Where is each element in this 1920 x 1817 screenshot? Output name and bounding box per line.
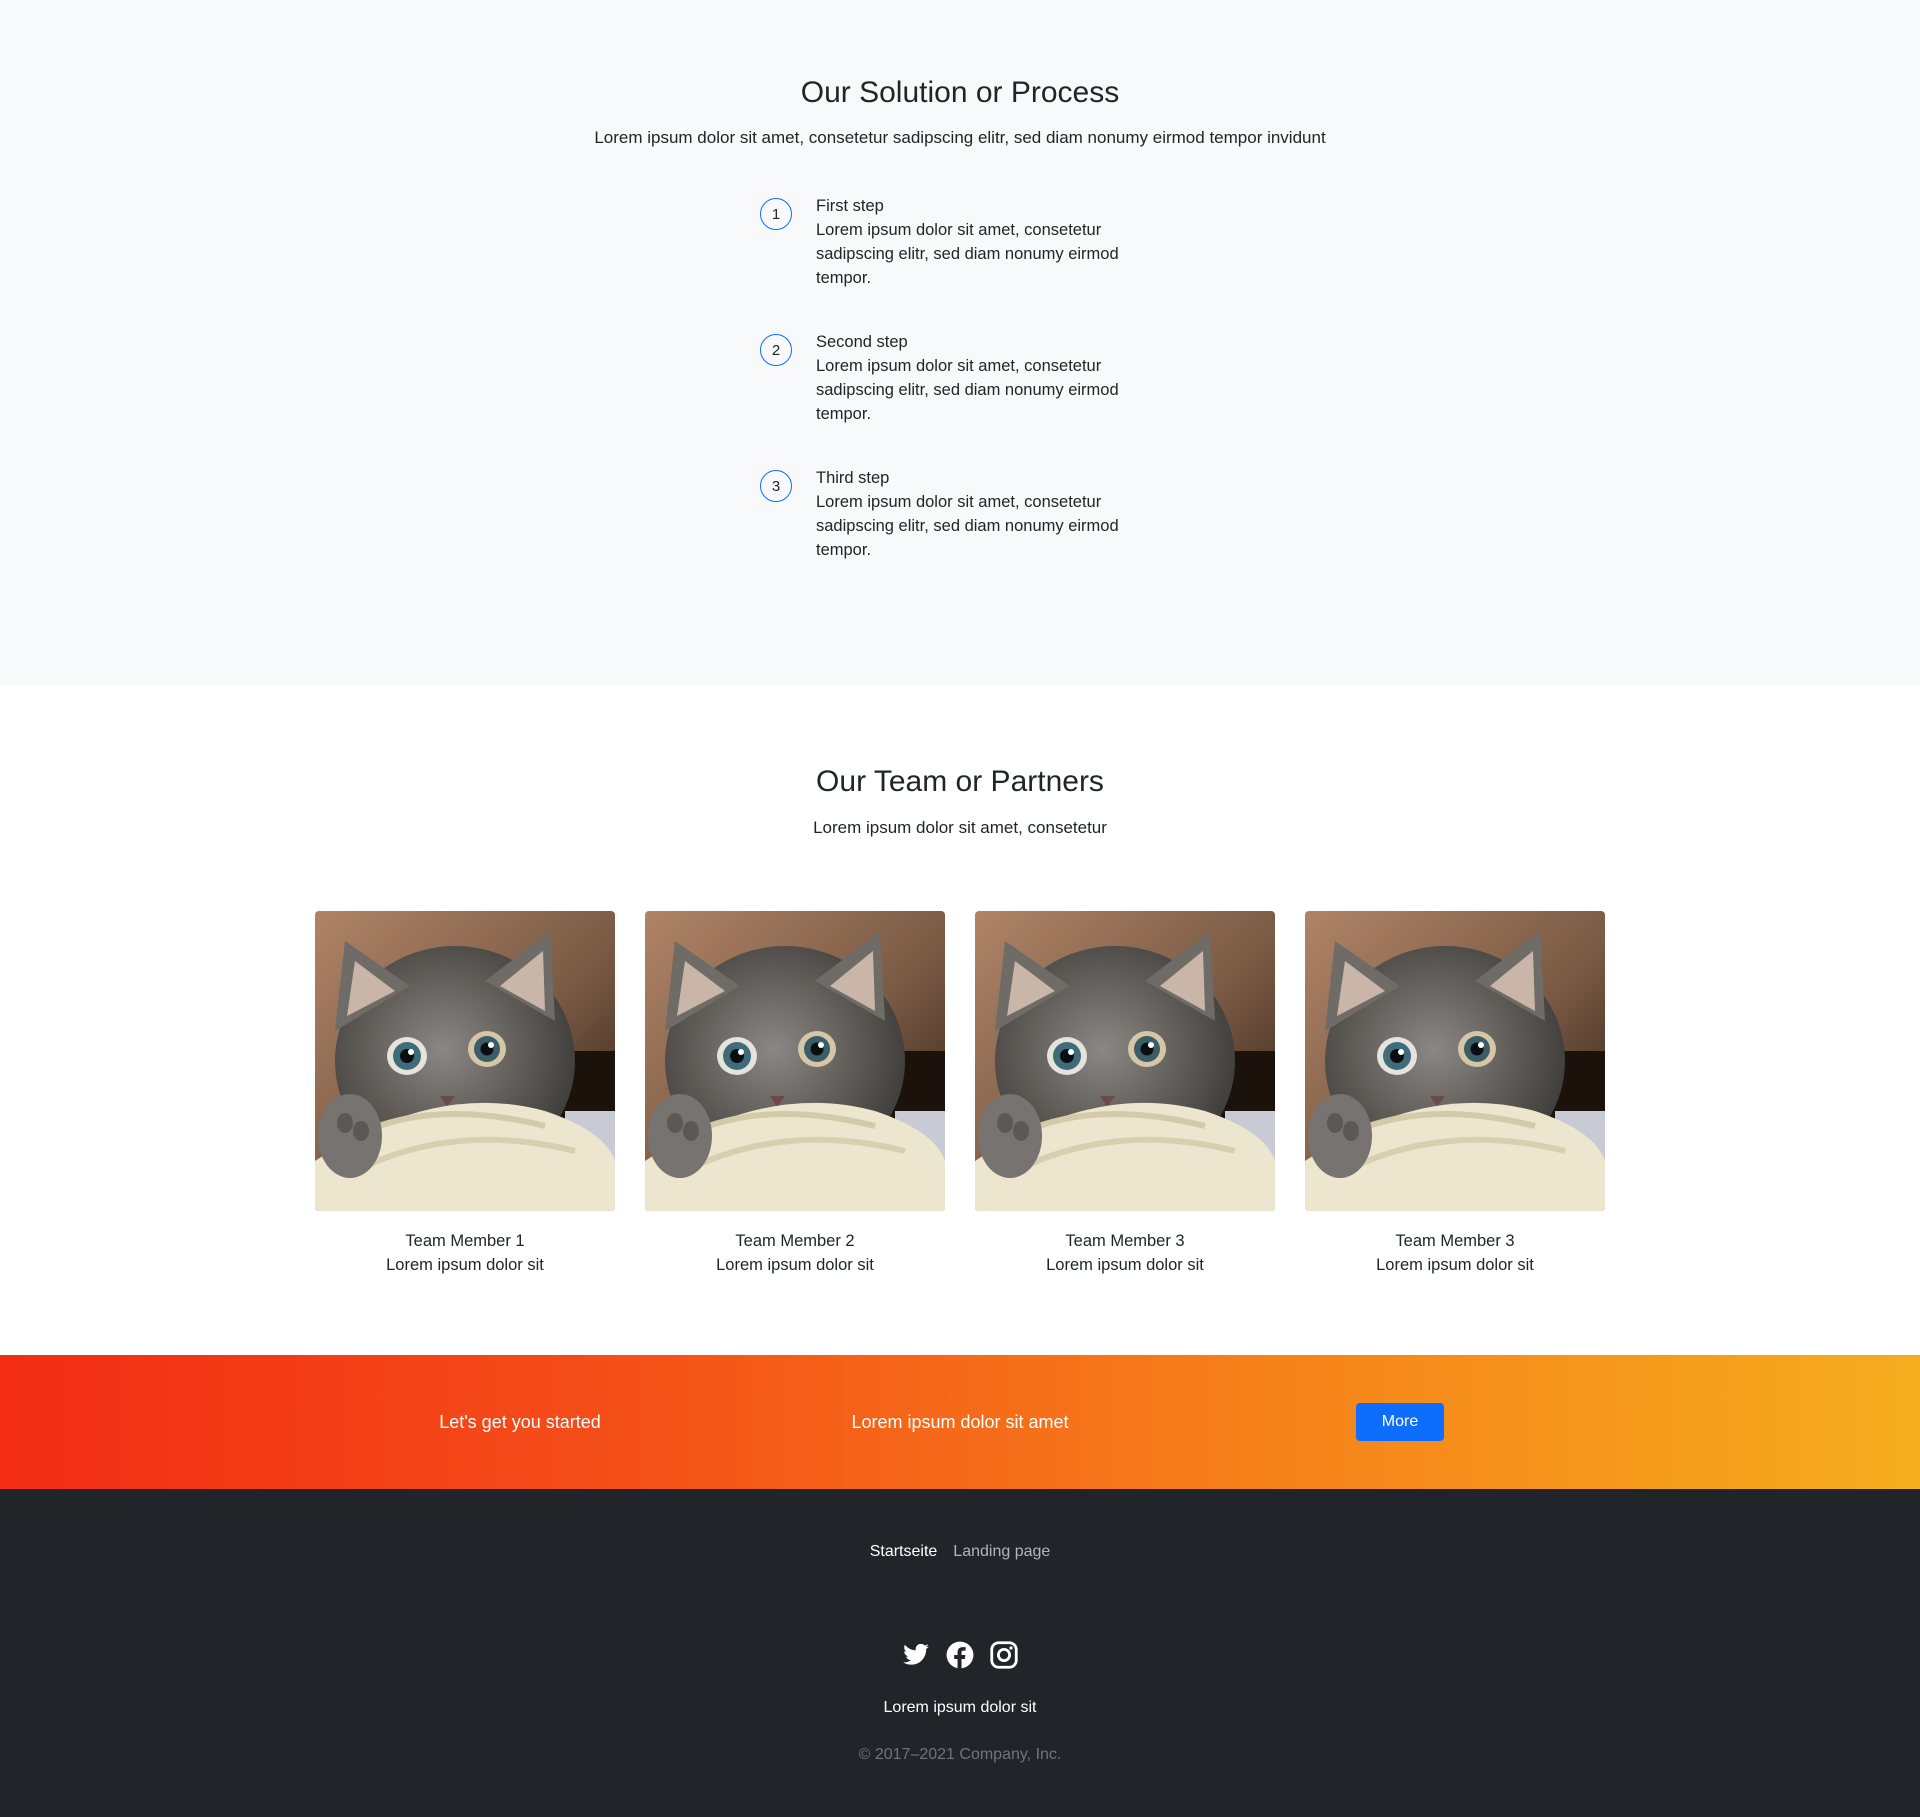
footer-tagline: Lorem ipsum dolor sit bbox=[883, 1699, 1037, 1716]
step-item: 3 Third step Lorem ipsum dolor sit amet,… bbox=[760, 469, 1140, 606]
member-name: Team Member 1 bbox=[405, 1232, 525, 1250]
kitten-photo bbox=[645, 911, 945, 1211]
team-title: Our Team or Partners bbox=[816, 765, 1104, 798]
cta-banner: Let's get you started Lorem ipsum dolor … bbox=[0, 1355, 1920, 1489]
process-subtitle: Lorem ipsum dolor sit amet, consetetur s… bbox=[594, 128, 1326, 147]
social-links bbox=[0, 1641, 1920, 1669]
team-members: Team Member 1 Lorem ipsum dolor sit Team… bbox=[315, 911, 1605, 1277]
step-number-badge: 1 bbox=[760, 198, 792, 230]
step-title: Third step bbox=[816, 469, 890, 487]
step-number-badge: 3 bbox=[760, 470, 792, 502]
member-role: Lorem ipsum dolor sit bbox=[1046, 1256, 1204, 1274]
step-number-badge: 2 bbox=[760, 334, 792, 366]
steps-list: 1 First step Lorem ipsum dolor sit amet,… bbox=[760, 197, 1140, 606]
member-role: Lorem ipsum dolor sit bbox=[1376, 1256, 1534, 1274]
footer-link-landing-page[interactable]: Landing page bbox=[953, 1543, 1050, 1561]
kitten-photo bbox=[975, 911, 1275, 1211]
kitten-photo bbox=[315, 911, 615, 1211]
facebook-icon[interactable] bbox=[946, 1641, 974, 1669]
footer-nav: Startseite Landing page bbox=[0, 1543, 1920, 1561]
step-text: Lorem ipsum dolor sit amet, consetetur s… bbox=[816, 493, 1119, 559]
step-text: Lorem ipsum dolor sit amet, consetetur s… bbox=[816, 357, 1119, 423]
process-section: Our Solution or Process Lorem ipsum dolo… bbox=[0, 0, 1920, 685]
member-role: Lorem ipsum dolor sit bbox=[386, 1256, 544, 1274]
member-role: Lorem ipsum dolor sit bbox=[716, 1256, 874, 1274]
team-subtitle: Lorem ipsum dolor sit amet, consetetur bbox=[813, 818, 1107, 837]
step-item: 1 First step Lorem ipsum dolor sit amet,… bbox=[760, 197, 1140, 334]
more-button[interactable]: More bbox=[1356, 1403, 1444, 1441]
step-title: Second step bbox=[816, 333, 908, 351]
twitter-icon[interactable] bbox=[902, 1641, 930, 1669]
process-title: Our Solution or Process bbox=[800, 76, 1120, 109]
team-member-card: Team Member 1 Lorem ipsum dolor sit bbox=[315, 911, 615, 1277]
member-name: Team Member 2 bbox=[735, 1232, 855, 1250]
team-member-card: Team Member 3 Lorem ipsum dolor sit bbox=[975, 911, 1275, 1277]
team-member-card: Team Member 3 Lorem ipsum dolor sit bbox=[1305, 911, 1605, 1277]
footer-link-startseite[interactable]: Startseite bbox=[870, 1543, 938, 1561]
instagram-icon[interactable] bbox=[990, 1641, 1018, 1669]
step-text: Lorem ipsum dolor sit amet, consetetur s… bbox=[816, 221, 1119, 287]
copyright: © 2017–2021 Company, Inc. bbox=[858, 1746, 1062, 1763]
kitten-photo bbox=[1305, 911, 1605, 1211]
cta-text: Lorem ipsum dolor sit amet bbox=[851, 1412, 1069, 1432]
cta-heading: Let's get you started bbox=[439, 1412, 601, 1432]
team-member-card: Team Member 2 Lorem ipsum dolor sit bbox=[645, 911, 945, 1277]
member-name: Team Member 3 bbox=[1395, 1232, 1515, 1250]
member-name: Team Member 3 bbox=[1065, 1232, 1185, 1250]
team-section: Our Team or Partners Lorem ipsum dolor s… bbox=[0, 685, 1920, 1355]
step-item: 2 Second step Lorem ipsum dolor sit amet… bbox=[760, 333, 1140, 470]
footer: Startseite Landing page Lorem ipsum dolo… bbox=[0, 1489, 1920, 1817]
step-title: First step bbox=[816, 197, 884, 215]
